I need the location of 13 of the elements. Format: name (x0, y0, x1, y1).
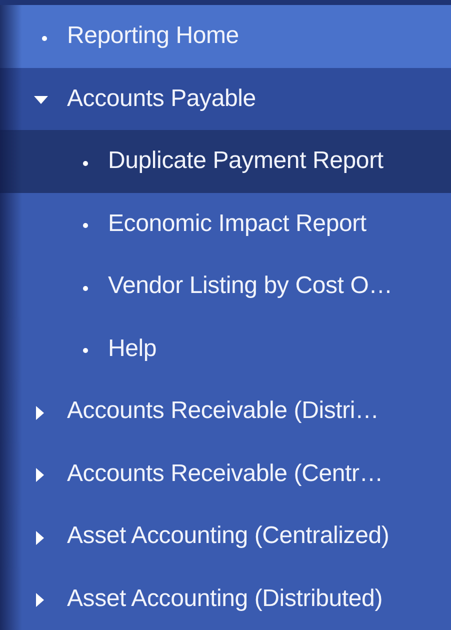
bullet-icon (83, 286, 88, 291)
bullet-icon (83, 160, 88, 166)
caret-down-icon (34, 94, 48, 105)
caret-right-icon (36, 530, 44, 545)
caret-right-icon (36, 468, 44, 482)
caret-right-icon (36, 406, 44, 420)
bullet-icon (42, 36, 47, 41)
bullet-icon (83, 223, 88, 228)
caret-right-icon (36, 593, 44, 608)
tree-item[interactable]: Duplicate Payment Report (0, 130, 451, 192)
tree-item[interactable]: Accounts Payable (0, 68, 451, 130)
bullet-icon (83, 348, 88, 354)
tree-item[interactable]: Reporting Home (0, 5, 451, 68)
